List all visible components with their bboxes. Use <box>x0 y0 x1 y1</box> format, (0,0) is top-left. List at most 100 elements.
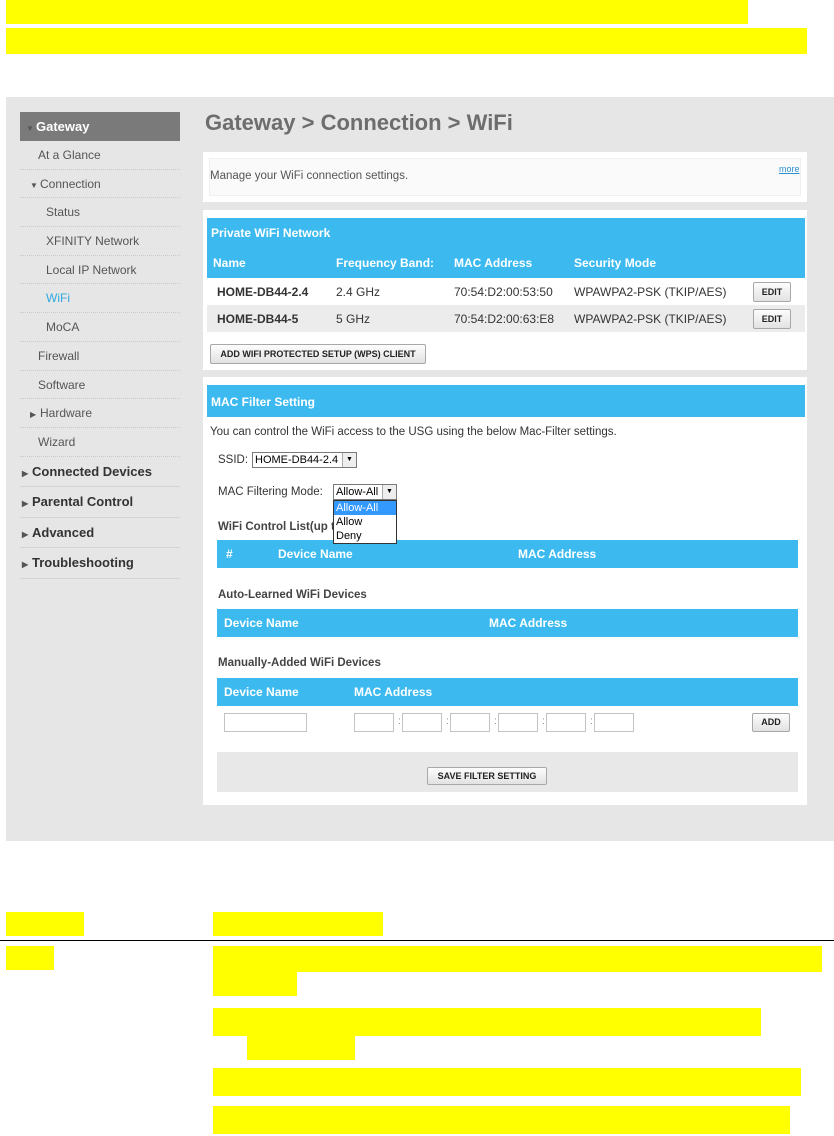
highlight-block <box>213 1106 790 1134</box>
sidebar-item-label: Connection <box>40 176 101 191</box>
mac-filter-title: MAC Filter Setting <box>211 395 315 409</box>
mac-address: 70:54:D2:00:53:50 <box>454 285 553 299</box>
mac-filtering-mode-dropdown: Allow-All Allow Deny <box>333 500 397 544</box>
colon-separator: : <box>542 716 545 727</box>
dropdown-option-allow-all[interactable]: Allow-All <box>334 501 396 515</box>
sidebar-item-software[interactable]: Software <box>20 371 180 400</box>
mac-filter-card: MAC Filter Setting You can control the W… <box>203 377 807 805</box>
ssid-select[interactable]: HOME-DB44-2.4 ▼ <box>252 452 357 468</box>
sidebar-item-local-ip-network[interactable]: Local IP Network <box>20 256 180 285</box>
sidebar-item-firewall[interactable]: Firewall <box>20 342 180 371</box>
column-header-name: Name <box>213 256 246 270</box>
save-filter-setting-button[interactable]: SAVE FILTER SETTING <box>427 767 547 785</box>
sidebar-item-label: Parental Control <box>32 494 134 510</box>
caret-right-icon: ▶ <box>22 499 29 509</box>
sidebar-item-moca[interactable]: MoCA <box>20 313 180 342</box>
edit-button[interactable]: EDIT <box>753 309 791 329</box>
caret-down-icon: ▼ <box>30 180 38 190</box>
ssid-label: SSID: <box>218 454 249 466</box>
security-mode: WPAWPA2-PSK (TKIP/AES) <box>574 285 727 299</box>
highlight-block <box>247 1036 355 1060</box>
sidebar-item-label: Hardware <box>40 406 93 421</box>
mac-filtering-mode-select[interactable]: Allow-All ▼ <box>333 484 397 500</box>
sidebar-item-label: At a Glance <box>38 148 101 162</box>
mac-octet-3-input[interactable] <box>450 713 490 732</box>
mac-octet-1-input[interactable] <box>354 713 394 732</box>
colon-separator: : <box>398 716 401 727</box>
sidebar-item-wifi[interactable]: WiFi <box>20 284 180 314</box>
sidebar-item-label: Status <box>46 205 81 220</box>
mac-octet-6-input[interactable] <box>594 713 634 732</box>
sidebar-item-label: WiFi <box>46 291 70 306</box>
colon-separator: : <box>590 716 593 727</box>
sidebar-item-parental-control[interactable]: ▶ Parental Control <box>20 487 180 518</box>
highlight-block <box>6 912 84 936</box>
private-wifi-card: Private WiFi Network Name Frequency Band… <box>203 210 807 370</box>
sidebar-item-xfinity-network[interactable]: XFINITY Network <box>20 227 180 256</box>
add-button[interactable]: ADD <box>752 713 790 732</box>
intro-text: Manage your WiFi connection settings. <box>210 170 409 182</box>
sidebar: ▼ Gateway At a Glance ▼ Connection Status … <box>20 112 180 579</box>
network-name: HOME-DB44-2.4 <box>217 285 309 299</box>
column-header-device-name: Device Name <box>278 547 353 561</box>
column-header-mac-address: MAC Address <box>454 256 533 270</box>
caret-down-icon: ▼ <box>26 124 34 133</box>
sidebar-item-hardware[interactable]: ▶ Hardware <box>20 399 180 428</box>
sidebar-item-label: Troubleshooting <box>32 555 134 571</box>
column-header-mac-address: MAC Address <box>518 547 597 561</box>
sidebar-section-gateway[interactable]: ▼ Gateway <box>20 112 180 141</box>
manually-added-header <box>217 678 798 706</box>
add-wps-client-button[interactable]: ADD WIFI PROTECTED SETUP (WPS) CLIENT <box>210 344 426 364</box>
mac-octet-4-input[interactable] <box>498 713 538 732</box>
highlight-block <box>213 1008 761 1036</box>
sidebar-item-at-a-glance[interactable]: At a Glance <box>20 141 180 170</box>
sidebar-item-label: Advanced <box>32 524 95 540</box>
chevron-down-icon: ▼ <box>382 485 396 499</box>
frequency-band: 5 GHz <box>336 312 371 326</box>
network-name: HOME-DB44-5 <box>217 312 299 326</box>
intro-card: Manage your WiFi connection settings. mo… <box>203 152 807 202</box>
mac-octet-2-input[interactable] <box>402 713 442 732</box>
column-header-frequency-band: Frequency Band: <box>336 256 435 270</box>
highlight-block <box>213 972 297 996</box>
mac-filtering-mode-value: Allow-All <box>336 486 379 498</box>
sidebar-item-label: Firewall <box>38 348 80 363</box>
caret-right-icon: ▶ <box>30 410 37 420</box>
page-title: Gateway > Connection > WiFi <box>205 110 513 135</box>
sidebar-item-label: Wizard <box>38 434 76 449</box>
sidebar-item-troubleshooting[interactable]: ▶ Troubleshooting <box>20 548 180 579</box>
caret-right-icon: ▶ <box>22 529 29 539</box>
ssid-select-value: HOME-DB44-2.4 <box>255 454 339 466</box>
caret-right-icon: ▶ <box>22 468 29 478</box>
highlight-block <box>213 946 822 972</box>
mac-filter-description: You can control the WiFi access to the U… <box>210 426 617 438</box>
chevron-down-icon: ▼ <box>342 453 356 467</box>
sidebar-item-connection[interactable]: ▼ Connection <box>20 170 180 199</box>
sidebar-item-connected-devices[interactable]: ▶ Connected Devices <box>20 457 180 488</box>
sidebar-item-advanced[interactable]: ▶ Advanced <box>20 518 180 549</box>
manually-added-devices-label: Manually-Added WiFi Devices <box>218 657 381 669</box>
highlight-block <box>213 1068 801 1096</box>
mac-filtering-mode-label: MAC Filtering Mode: <box>218 486 323 498</box>
dropdown-option-deny[interactable]: Deny <box>334 529 396 543</box>
sidebar-item-label: XFINITY Network <box>46 234 140 249</box>
mac-octet-5-input[interactable] <box>546 713 586 732</box>
mac-address: 70:54:D2:00:63:E8 <box>454 312 555 326</box>
device-name-input[interactable] <box>224 713 307 732</box>
highlight-block <box>6 0 748 24</box>
highlight-block <box>213 912 383 936</box>
frequency-band: 2.4 GHz <box>336 285 381 299</box>
highlight-block <box>6 28 807 54</box>
divider-line <box>0 940 834 941</box>
sidebar-item-status[interactable]: Status <box>20 198 180 228</box>
column-header-mac-address: MAC Address <box>354 685 433 699</box>
dropdown-option-allow[interactable]: Allow <box>334 515 396 529</box>
more-link[interactable]: more <box>779 164 800 174</box>
highlight-block <box>6 946 54 970</box>
column-header-device-name: Device Name <box>224 616 299 630</box>
edit-button[interactable]: EDIT <box>753 282 791 302</box>
security-mode: WPAWPA2-PSK (TKIP/AES) <box>574 312 727 326</box>
sidebar-item-wizard[interactable]: Wizard <box>20 428 180 457</box>
sidebar-item-label: Connected Devices <box>32 463 152 479</box>
sidebar-section-label: Gateway <box>36 119 90 134</box>
